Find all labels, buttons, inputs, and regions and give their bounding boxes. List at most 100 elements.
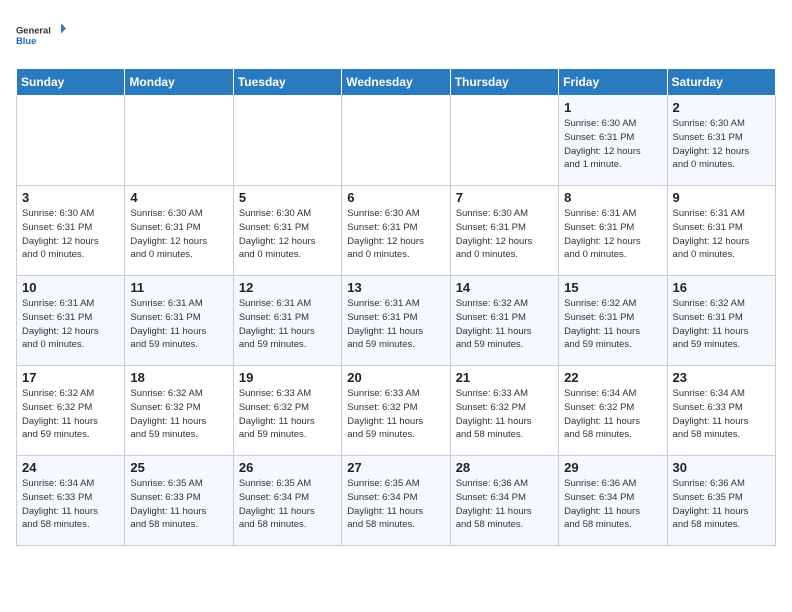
calendar-cell [233, 96, 341, 186]
day-info: Sunrise: 6:30 AM Sunset: 6:31 PM Dayligh… [22, 207, 119, 262]
day-info: Sunrise: 6:35 AM Sunset: 6:33 PM Dayligh… [130, 477, 227, 532]
calendar-cell: 13 Sunrise: 6:31 AM Sunset: 6:31 PM Dayli… [342, 276, 450, 366]
calendar-cell: 1 Sunrise: 6:30 AM Sunset: 6:31 PM Daylig… [559, 96, 667, 186]
calendar-cell: 7 Sunrise: 6:30 AM Sunset: 6:31 PM Daylig… [450, 186, 558, 276]
day-number: 14 [456, 280, 553, 295]
weekday-header-saturday: Saturday [667, 69, 775, 96]
day-info: Sunrise: 6:30 AM Sunset: 6:31 PM Dayligh… [456, 207, 553, 262]
day-info: Sunrise: 6:32 AM Sunset: 6:31 PM Dayligh… [673, 297, 770, 352]
logo-svg: General Blue [16, 16, 66, 56]
calendar-cell: 3 Sunrise: 6:30 AM Sunset: 6:31 PM Daylig… [17, 186, 125, 276]
weekday-header-friday: Friday [559, 69, 667, 96]
day-info: Sunrise: 6:30 AM Sunset: 6:31 PM Dayligh… [347, 207, 444, 262]
calendar-cell: 25 Sunrise: 6:35 AM Sunset: 6:33 PM Dayli… [125, 456, 233, 546]
day-number: 30 [673, 460, 770, 475]
calendar-cell: 8 Sunrise: 6:31 AM Sunset: 6:31 PM Daylig… [559, 186, 667, 276]
day-number: 25 [130, 460, 227, 475]
day-info: Sunrise: 6:33 AM Sunset: 6:32 PM Dayligh… [347, 387, 444, 442]
day-number: 8 [564, 190, 661, 205]
calendar-week-row: 24 Sunrise: 6:34 AM Sunset: 6:33 PM Dayli… [17, 456, 776, 546]
day-number: 2 [673, 100, 770, 115]
day-number: 11 [130, 280, 227, 295]
day-number: 28 [456, 460, 553, 475]
day-number: 6 [347, 190, 444, 205]
day-number: 20 [347, 370, 444, 385]
day-info: Sunrise: 6:34 AM Sunset: 6:33 PM Dayligh… [673, 387, 770, 442]
day-number: 19 [239, 370, 336, 385]
calendar-cell: 18Sunrise: 6:32 AM Sunset: 6:32 PM Dayli… [125, 366, 233, 456]
day-info: Sunrise: 6:31 AM Sunset: 6:31 PM Dayligh… [130, 297, 227, 352]
day-number: 13 [347, 280, 444, 295]
day-number: 1 [564, 100, 661, 115]
calendar-cell: 2 Sunrise: 6:30 AM Sunset: 6:31 PM Daylig… [667, 96, 775, 186]
day-number: 17 [22, 370, 119, 385]
svg-text:General: General [16, 26, 51, 36]
day-info: Sunrise: 6:36 AM Sunset: 6:35 PM Dayligh… [673, 477, 770, 532]
weekday-header-sunday: Sunday [17, 69, 125, 96]
day-number: 18 [130, 370, 227, 385]
day-info: Sunrise: 6:32 AM Sunset: 6:32 PM Dayligh… [22, 387, 119, 442]
weekday-header-row: SundayMondayTuesdayWednesdayThursdayFrid… [17, 69, 776, 96]
day-number: 3 [22, 190, 119, 205]
day-info: Sunrise: 6:33 AM Sunset: 6:32 PM Dayligh… [456, 387, 553, 442]
calendar-week-row: 17 Sunrise: 6:32 AM Sunset: 6:32 PM Dayli… [17, 366, 776, 456]
day-number: 9 [673, 190, 770, 205]
day-info: Sunrise: 6:30 AM Sunset: 6:31 PM Dayligh… [130, 207, 227, 262]
day-number: 5 [239, 190, 336, 205]
day-info: Sunrise: 6:35 AM Sunset: 6:34 PM Dayligh… [347, 477, 444, 532]
day-info: Sunrise: 6:31 AM Sunset: 6:31 PM Dayligh… [347, 297, 444, 352]
day-info: Sunrise: 6:34 AM Sunset: 6:33 PM Dayligh… [22, 477, 119, 532]
page-header: General Blue [16, 16, 776, 56]
day-number: 10 [22, 280, 119, 295]
calendar-cell: 28 Sunrise: 6:36 AM Sunset: 6:34 PM Dayli… [450, 456, 558, 546]
day-number: 7 [456, 190, 553, 205]
weekday-header-tuesday: Tuesday [233, 69, 341, 96]
day-number: 29 [564, 460, 661, 475]
day-number: 23 [673, 370, 770, 385]
day-info: Sunrise: 6:30 AM Sunset: 6:31 PM Dayligh… [564, 117, 661, 172]
day-number: 27 [347, 460, 444, 475]
calendar-cell: 24 Sunrise: 6:34 AM Sunset: 6:33 PM Dayli… [17, 456, 125, 546]
day-number: 22 [564, 370, 661, 385]
calendar-cell: 26 Sunrise: 6:35 AM Sunset: 6:34 PM Dayli… [233, 456, 341, 546]
calendar-cell: 9Sunrise: 6:31 AM Sunset: 6:31 PM Daylig… [667, 186, 775, 276]
day-number: 24 [22, 460, 119, 475]
calendar-cell [17, 96, 125, 186]
day-info: Sunrise: 6:35 AM Sunset: 6:34 PM Dayligh… [239, 477, 336, 532]
calendar-cell: 23 Sunrise: 6:34 AM Sunset: 6:33 PM Dayli… [667, 366, 775, 456]
calendar-cell [125, 96, 233, 186]
logo: General Blue [16, 16, 66, 56]
calendar-cell: 30 Sunrise: 6:36 AM Sunset: 6:35 PM Dayli… [667, 456, 775, 546]
calendar-cell: 6 Sunrise: 6:30 AM Sunset: 6:31 PM Daylig… [342, 186, 450, 276]
calendar-cell: 16 Sunrise: 6:32 AM Sunset: 6:31 PM Dayli… [667, 276, 775, 366]
calendar-week-row: 10 Sunrise: 6:31 AM Sunset: 6:31 PM Dayli… [17, 276, 776, 366]
day-info: Sunrise: 6:36 AM Sunset: 6:34 PM Dayligh… [456, 477, 553, 532]
day-number: 21 [456, 370, 553, 385]
day-number: 26 [239, 460, 336, 475]
day-number: 12 [239, 280, 336, 295]
calendar-cell [450, 96, 558, 186]
calendar-cell: 19Sunrise: 6:33 AM Sunset: 6:32 PM Dayli… [233, 366, 341, 456]
calendar-week-row: 1 Sunrise: 6:30 AM Sunset: 6:31 PM Daylig… [17, 96, 776, 186]
calendar-cell: 15 Sunrise: 6:32 AM Sunset: 6:31 PM Dayli… [559, 276, 667, 366]
calendar-cell: 27 Sunrise: 6:35 AM Sunset: 6:34 PM Dayli… [342, 456, 450, 546]
day-number: 15 [564, 280, 661, 295]
day-info: Sunrise: 6:32 AM Sunset: 6:31 PM Dayligh… [456, 297, 553, 352]
calendar-cell: 11 Sunrise: 6:31 AM Sunset: 6:31 PM Dayli… [125, 276, 233, 366]
calendar-week-row: 3 Sunrise: 6:30 AM Sunset: 6:31 PM Daylig… [17, 186, 776, 276]
calendar-cell [342, 96, 450, 186]
calendar-cell: 14 Sunrise: 6:32 AM Sunset: 6:31 PM Dayli… [450, 276, 558, 366]
calendar-cell: 20 Sunrise: 6:33 AM Sunset: 6:32 PM Dayli… [342, 366, 450, 456]
calendar-cell: 12Sunrise: 6:31 AM Sunset: 6:31 PM Dayli… [233, 276, 341, 366]
calendar-cell: 29Sunrise: 6:36 AM Sunset: 6:34 PM Dayli… [559, 456, 667, 546]
calendar-table: SundayMondayTuesdayWednesdayThursdayFrid… [16, 68, 776, 546]
svg-text:Blue: Blue [16, 36, 36, 46]
day-info: Sunrise: 6:30 AM Sunset: 6:31 PM Dayligh… [239, 207, 336, 262]
day-info: Sunrise: 6:32 AM Sunset: 6:31 PM Dayligh… [564, 297, 661, 352]
weekday-header-monday: Monday [125, 69, 233, 96]
calendar-cell: 10Sunrise: 6:31 AM Sunset: 6:31 PM Dayli… [17, 276, 125, 366]
day-info: Sunrise: 6:31 AM Sunset: 6:31 PM Dayligh… [564, 207, 661, 262]
day-info: Sunrise: 6:30 AM Sunset: 6:31 PM Dayligh… [673, 117, 770, 172]
calendar-cell: 21 Sunrise: 6:33 AM Sunset: 6:32 PM Dayli… [450, 366, 558, 456]
day-number: 16 [673, 280, 770, 295]
